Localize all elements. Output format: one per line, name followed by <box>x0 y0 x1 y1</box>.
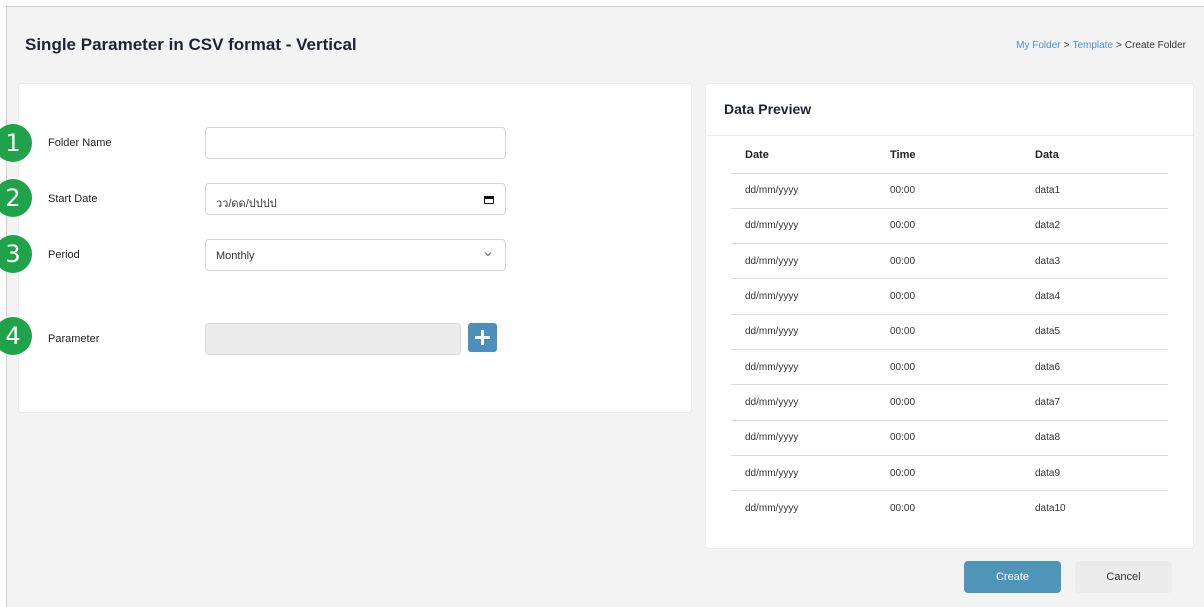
cell-data: data10 <box>1035 503 1066 515</box>
divider <box>706 135 1193 136</box>
data-preview-card: Data Preview Date Time Data dd/mm/yyyy 00… <box>705 83 1194 549</box>
cell-date: dd/mm/yyyy <box>731 384 876 421</box>
calendar-icon[interactable] <box>484 195 494 204</box>
parameter-row: Parameter <box>19 323 691 357</box>
period-value: Monthly <box>216 250 255 262</box>
data-preview-title: Data Preview <box>724 101 812 117</box>
add-parameter-button[interactable] <box>468 323 497 352</box>
cell-date: dd/mm/yyyy <box>731 208 876 245</box>
table-row: dd/mm/yyyy 00:00 data5 <box>731 314 1168 350</box>
data-preview-table: Date Time Data dd/mm/yyyy 00:00 data1 dd/m… <box>731 137 1168 526</box>
cell-date: dd/mm/yyyy <box>731 278 876 315</box>
column-header-date: Date <box>731 137 876 174</box>
table-row: dd/mm/yyyy 00:00 data8 <box>731 420 1168 456</box>
parameter-label: Parameter <box>48 333 100 345</box>
cell-data: data7 <box>1021 384 1168 421</box>
cell-time: 00:00 <box>876 420 1021 456</box>
cell-data: data3 <box>1021 243 1168 280</box>
table-row: dd/mm/yyyy 00:00 data6 <box>731 349 1168 386</box>
cell-date: dd/mm/yyyy <box>745 503 799 515</box>
cell-data: data4 <box>1021 278 1168 315</box>
start-date-row: Start Date วว/ดด/ปปปป <box>19 183 691 217</box>
cell-time: 00:00 <box>876 243 1021 280</box>
cell-time: 00:00 <box>876 455 1021 492</box>
cell-time: 00:00 <box>890 503 916 515</box>
period-row: Period Monthly <box>19 239 691 273</box>
cell-date: dd/mm/yyyy <box>731 349 876 386</box>
cell-time: 00:00 <box>876 173 1021 209</box>
table-row: dd/mm/yyyy 00:00 data7 <box>731 384 1168 421</box>
period-label: Period <box>48 249 80 261</box>
cell-data: data1 <box>1021 173 1168 209</box>
cell-data: data6 <box>1021 349 1168 386</box>
cell-time: 00:00 <box>876 208 1021 245</box>
table-row: dd/mm/yyyy 00:00 data1 <box>731 173 1168 209</box>
column-header-time: Time <box>876 137 1021 174</box>
breadcrumb: My Folder > Template > Create Folder <box>1016 40 1186 51</box>
period-select[interactable]: Monthly <box>205 239 506 271</box>
folder-name-row: Folder Name <box>19 127 691 161</box>
cell-data: data9 <box>1021 455 1168 492</box>
cell-time: 00:00 <box>876 349 1021 386</box>
table-row: dd/mm/yyyy 00:00 data4 <box>731 278 1168 315</box>
cell-date: dd/mm/yyyy <box>731 420 876 456</box>
table-row: dd/mm/yyyy 00:00 data9 <box>731 455 1168 492</box>
page-title: Single Parameter in CSV format - Vertica… <box>25 35 357 54</box>
cell-time: 00:00 <box>876 278 1021 315</box>
start-date-input[interactable]: วว/ดด/ปปปป <box>205 183 506 215</box>
table-header-row: Date Time Data <box>731 137 1168 174</box>
table-row: dd/mm/yyyy 00:00 data2 <box>731 208 1168 245</box>
breadcrumb-separator: > <box>1063 40 1070 51</box>
cancel-button[interactable]: Cancel <box>1075 561 1172 593</box>
start-date-value: วว/ดด/ปปปป <box>216 198 277 210</box>
cell-date: dd/mm/yyyy <box>731 173 876 209</box>
cell-date: dd/mm/yyyy <box>731 243 876 280</box>
cell-date: dd/mm/yyyy <box>731 314 876 350</box>
breadcrumb-template[interactable]: Template <box>1072 40 1113 51</box>
cell-time: 00:00 <box>876 314 1021 350</box>
cell-time: 00:00 <box>876 384 1021 421</box>
column-header-data: Data <box>1021 137 1168 174</box>
folder-name-input[interactable] <box>205 127 506 159</box>
table-row: dd/mm/yyyy 00:00 data10 <box>731 491 1168 526</box>
folder-name-label: Folder Name <box>48 137 112 149</box>
breadcrumb-separator: > <box>1116 40 1122 51</box>
create-button[interactable]: Create <box>964 561 1061 593</box>
parameter-input <box>205 323 461 355</box>
breadcrumb-my-folder[interactable]: My Folder <box>1016 40 1060 51</box>
cell-date: dd/mm/yyyy <box>731 455 876 492</box>
chevron-down-icon <box>484 252 492 257</box>
breadcrumb-current: Create Folder <box>1124 40 1186 51</box>
cell-data: data2 <box>1021 208 1168 245</box>
cell-data: data8 <box>1021 420 1168 456</box>
cell-data: data5 <box>1021 314 1168 350</box>
table-row: dd/mm/yyyy 00:00 data3 <box>731 243 1168 280</box>
start-date-label: Start Date <box>48 193 98 205</box>
form-card: Folder Name Start Date วว/ดด/ปปปป Period… <box>18 83 692 413</box>
